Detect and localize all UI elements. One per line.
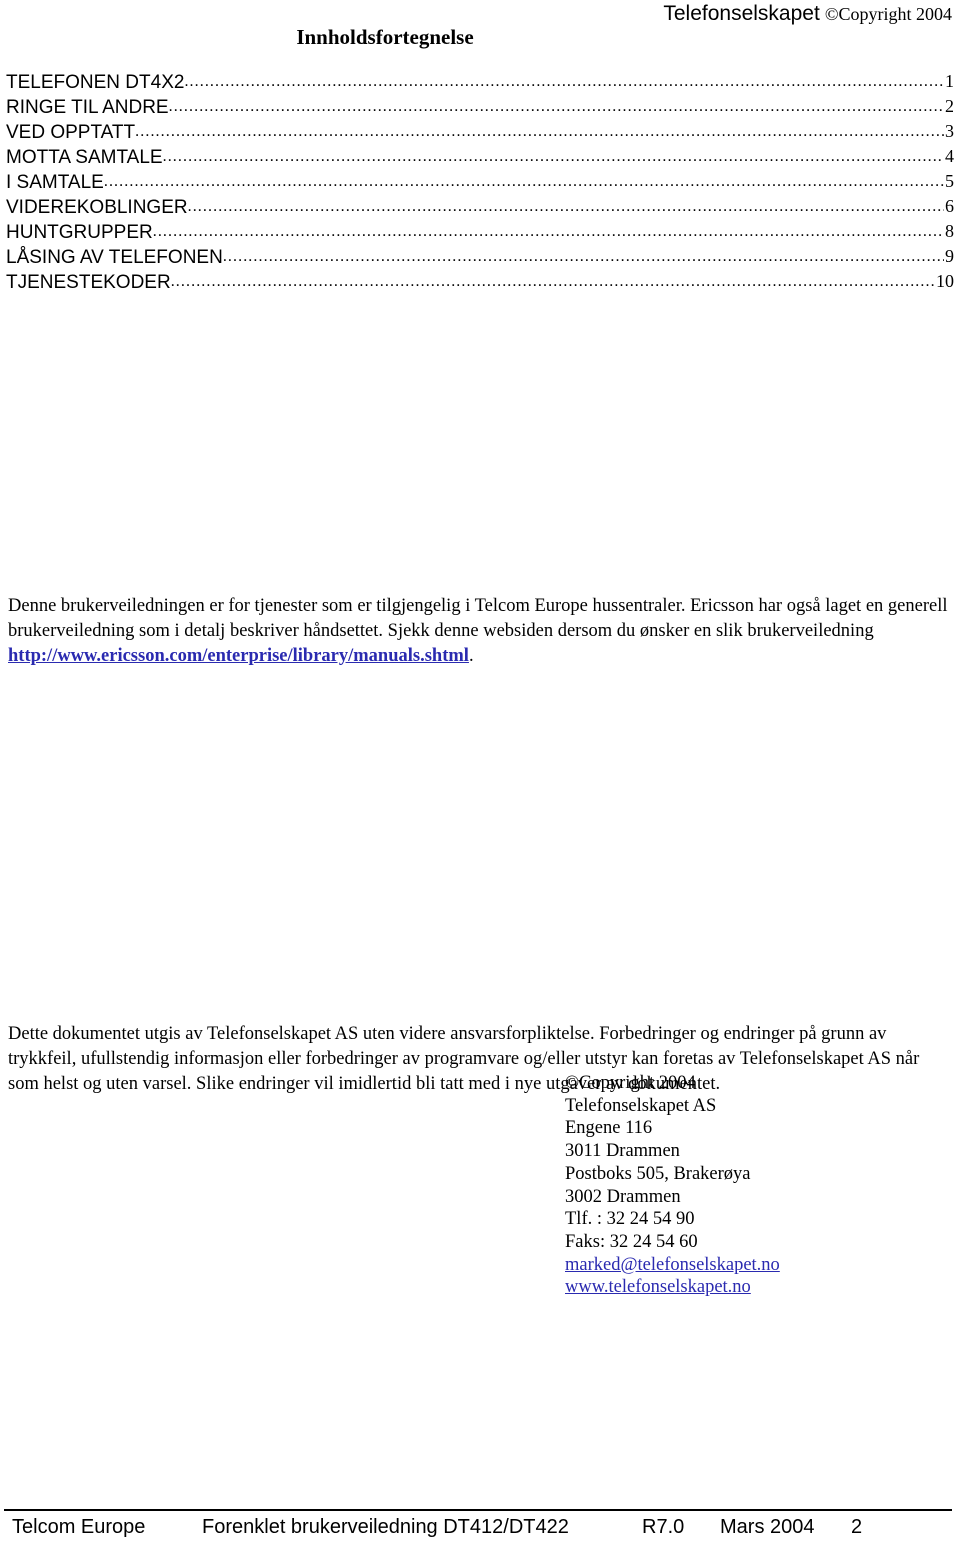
toc-entry-label: TELEFONEN DT4X2 [6,72,185,93]
toc-dot-leader: ........................................… [187,198,944,215]
website-link[interactable]: www.telefonselskapet.no [565,1277,751,1297]
toc-entry-page-number: 3 [945,121,954,141]
footer-page-number: 2 [851,1516,863,1538]
toc-entry-label: TJENESTEKODER [6,272,171,293]
footer-revision: R7.0 [642,1516,685,1538]
table-of-contents: TELEFONEN DT4X2 ........................… [6,70,954,295]
address-line-company: Telefonselskapet AS [565,1095,717,1116]
toc-entry-label: VIDEREKOBLINGER [6,197,188,218]
toc-entry-label: LÅSING AV TELEFONEN [6,247,223,268]
page-footer: Telcom Europe Forenklet brukerveiledning… [8,1513,952,1543]
toc-dot-leader: ........................................… [135,123,944,140]
address-line-po-box: Postboks 505, Brakerøya [565,1163,751,1184]
toc-dot-leader: ........................................… [162,148,944,165]
ericsson-manuals-link[interactable]: http://www.ericsson.com/enterprise/libra… [8,646,469,666]
intro-paragraph: Denne brukerveiledningen er for tjeneste… [8,594,948,669]
address-line-street: Engene 116 [565,1118,653,1139]
toc-entry-tjenestekoder[interactable]: TJENESTEKODER ..........................… [6,270,954,295]
toc-entry-telefonen-dt4x2[interactable]: TELEFONEN DT4X2 ........................… [6,70,954,95]
toc-entry-page-number: 8 [945,221,954,241]
toc-entry-label: HUNTGRUPPER [6,222,153,243]
toc-dot-leader: ........................................… [103,173,944,190]
toc-dot-leader: ........................................… [170,273,935,290]
header-company-name: Telefonselskapet [663,2,820,25]
footer-divider [4,1509,952,1511]
address-line-po-postal-city: 3002 Drammen [565,1186,681,1207]
toc-dot-leader: ........................................… [222,248,944,265]
header-company-block: Telefonselskapet ©Copyright 2004 [663,2,952,26]
toc-entry-label: RINGE TIL ANDRE [6,97,169,118]
footer-date: Mars 2004 [720,1516,815,1538]
toc-entry-page-number: 5 [945,171,954,191]
intro-text-after-link: . [468,645,474,666]
email-link[interactable]: marked@telefonselskapet.no [565,1255,780,1275]
address-line-copyright: ©Copyright 2004 [565,1073,696,1093]
toc-dot-leader: ........................................… [184,73,944,90]
footer-document-title: Forenklet brukerveiledning DT412/DT422 [202,1516,569,1538]
toc-entry-ved-opptatt[interactable]: VED OPPTATT ............................… [6,120,954,145]
address-block: ©Copyright 2004 Telefonselskapet AS Enge… [565,1072,955,1299]
toc-entry-viderekoblinger[interactable]: VIDEREKOBLINGER ........................… [6,195,954,220]
toc-entry-page-number: 6 [945,196,954,216]
toc-entry-i-samtale[interactable]: I SAMTALE ..............................… [6,170,954,195]
toc-entry-page-number: 1 [945,71,954,91]
toc-entry-page-number: 10 [936,271,954,291]
page-header: Telefonselskapet ©Copyright 2004 Innholds… [0,0,960,58]
toc-entry-label: VED OPPTATT [6,122,136,143]
toc-entry-page-number: 4 [945,146,954,166]
toc-entry-huntgrupper[interactable]: HUNTGRUPPER ............................… [6,220,954,245]
toc-entry-label: MOTTA SAMTALE [6,147,163,168]
address-line-email: marked@telefonselskapet.no [565,1254,955,1277]
intro-text-before-link: Denne brukerveiledningen er for tjeneste… [8,595,948,641]
address-line-website: www.telefonselskapet.no [565,1276,955,1299]
header-copyright-note: ©Copyright 2004 [824,4,952,24]
toc-entry-ringe-til-andre[interactable]: RINGE TIL ANDRE ........................… [6,95,954,120]
toc-entry-label: I SAMTALE [6,172,104,193]
toc-entry-lasing-av-telefonen[interactable]: LÅSING AV TELEFONEN ....................… [6,245,954,270]
address-line-phone: Tlf. : 32 24 54 90 [565,1209,695,1230]
toc-dot-leader: ........................................… [152,223,944,240]
toc-entry-motta-samtale[interactable]: MOTTA SAMTALE ..........................… [6,145,954,170]
footer-company: Telcom Europe [12,1516,146,1538]
address-line-postal-city: 3011 Drammen [565,1141,680,1162]
page-title: Innholdsfortegnelse [296,25,474,49]
toc-dot-leader: ........................................… [168,98,944,115]
toc-entry-page-number: 9 [945,246,954,266]
address-line-fax: Faks: 32 24 54 60 [565,1231,698,1252]
toc-entry-page-number: 2 [945,96,954,116]
